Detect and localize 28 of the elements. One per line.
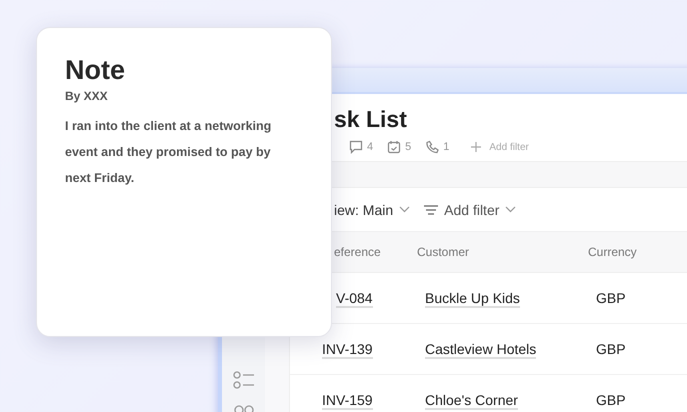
- customer-link[interactable]: Chloe's Corner: [425, 392, 518, 410]
- note-title: Note: [65, 55, 126, 85]
- chevron-down-icon: [399, 206, 410, 213]
- reference-link[interactable]: INV-139: [322, 341, 373, 359]
- table-cell: GBP: [596, 341, 626, 357]
- reference-link[interactable]: INV-159: [322, 392, 373, 410]
- count-text: 4: [367, 141, 374, 153]
- customer-link[interactable]: Castleview Hotels: [425, 341, 536, 359]
- add-filter-dropdown[interactable]: Add filter: [424, 202, 516, 218]
- reference-link[interactable]: V-084: [336, 290, 373, 308]
- filter-lines-icon: [424, 204, 438, 214]
- speech-bubble-icon: [349, 140, 363, 154]
- checklist-icon[interactable]: [232, 370, 254, 390]
- column-header: eference: [333, 245, 382, 259]
- plus-icon: [471, 142, 482, 152]
- count-text: 1: [443, 141, 450, 153]
- table-cell: GBP: [596, 290, 626, 306]
- phone-icon: [425, 140, 440, 154]
- view-dropdown[interactable]: iew: Main: [334, 202, 410, 218]
- note-text: I ran into the client at a networking event and they promised to pay by next Friday.: [65, 118, 272, 187]
- customer-link[interactable]: Buckle Up Kids: [425, 290, 520, 308]
- column-header: Currency: [588, 245, 637, 259]
- note-author: By XXX: [65, 89, 109, 103]
- calendar-icon: [387, 140, 402, 154]
- table-cell: GBP: [596, 392, 626, 408]
- page-title: sk List: [334, 106, 408, 132]
- chevron-down-icon: [505, 206, 516, 213]
- count-text: 5: [405, 141, 412, 153]
